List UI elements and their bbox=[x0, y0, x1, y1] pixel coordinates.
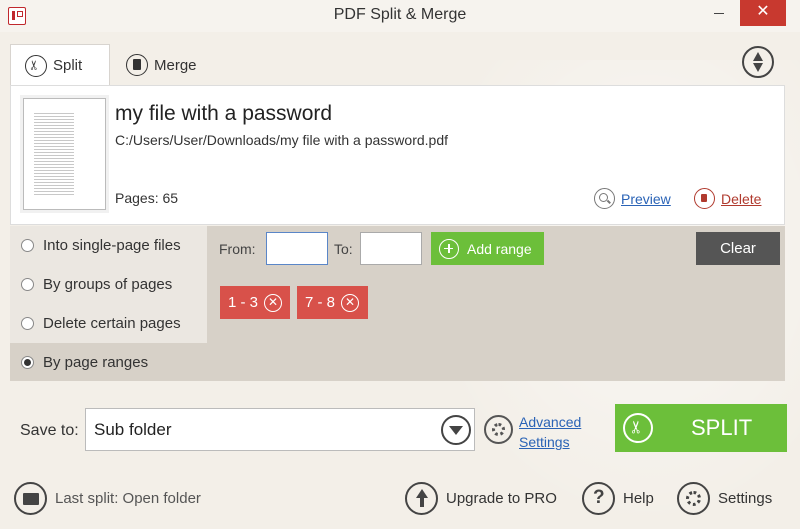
advanced-settings-gear-icon[interactable] bbox=[484, 415, 513, 444]
gear-icon bbox=[677, 482, 710, 515]
chevron-down-icon[interactable] bbox=[441, 415, 471, 445]
last-split-label: Last split: Open folder bbox=[55, 490, 201, 507]
advanced-settings-line1: Advanced bbox=[519, 414, 582, 430]
from-label: From: bbox=[219, 241, 256, 257]
radio-single-page[interactable] bbox=[21, 238, 34, 252]
split-mode-list: Into single-page files By groups of page… bbox=[10, 226, 207, 381]
mode-label: By page ranges bbox=[43, 353, 149, 371]
range-chip: 1 - 3 ✕ bbox=[220, 286, 290, 319]
advanced-settings-line2: Settings bbox=[519, 434, 570, 450]
thumbnail-text-lines bbox=[34, 111, 74, 196]
mode-label: Into single-page files bbox=[43, 236, 181, 254]
split-button[interactable]: SPLIT bbox=[615, 404, 787, 452]
scissors-icon bbox=[25, 54, 47, 77]
upgrade-label: Upgrade to PRO bbox=[446, 490, 557, 507]
range-chip: 7 - 8 ✕ bbox=[297, 286, 368, 319]
delete-icon[interactable] bbox=[694, 188, 715, 209]
pdf-thumbnail bbox=[23, 98, 106, 210]
remove-chip-icon[interactable]: ✕ bbox=[341, 293, 360, 312]
add-range-label: Add range bbox=[467, 240, 532, 257]
file-name: my file with a password bbox=[115, 102, 333, 125]
mode-delete-pages[interactable]: Delete certain pages bbox=[10, 304, 207, 342]
to-label: To: bbox=[334, 241, 353, 257]
tab-merge[interactable]: Merge bbox=[112, 44, 222, 86]
preview-link[interactable]: Preview bbox=[621, 191, 671, 207]
mode-label: Delete certain pages bbox=[43, 314, 181, 332]
file-path: C:/Users/User/Downloads/my file with a p… bbox=[115, 132, 449, 148]
tab-merge-label: Merge bbox=[154, 56, 197, 74]
document-icon bbox=[126, 54, 148, 76]
upgrade-to-pro-button[interactable]: Upgrade to PRO bbox=[405, 482, 557, 515]
page-count: Pages: 65 bbox=[115, 190, 179, 206]
save-to-dropdown[interactable]: Sub folder bbox=[85, 408, 475, 451]
split-button-label: SPLIT bbox=[691, 415, 753, 440]
help-button[interactable]: Help bbox=[582, 482, 654, 515]
minimize-button[interactable] bbox=[702, 0, 736, 26]
arrow-up-icon bbox=[405, 482, 438, 515]
add-range-button[interactable]: Add range bbox=[431, 232, 544, 265]
window-title: PDF Split & Merge bbox=[333, 6, 467, 23]
folder-icon bbox=[14, 482, 47, 515]
preview-icon[interactable] bbox=[594, 188, 615, 209]
open-last-split-folder[interactable]: Last split: Open folder bbox=[14, 482, 201, 515]
settings-label: Settings bbox=[718, 490, 773, 507]
scissors-icon bbox=[623, 413, 653, 443]
range-chip-label: 7 - 8 bbox=[305, 294, 336, 311]
mode-label: By groups of pages bbox=[43, 275, 173, 293]
save-to-label: Save to: bbox=[20, 422, 79, 439]
radio-page-ranges[interactable] bbox=[21, 355, 34, 369]
tab-split[interactable]: Split bbox=[10, 44, 110, 86]
tab-split-label: Split bbox=[53, 57, 83, 74]
help-label: Help bbox=[623, 490, 654, 507]
clear-button[interactable]: Clear bbox=[696, 232, 780, 265]
settings-button[interactable]: Settings bbox=[677, 482, 772, 515]
file-card: my file with a password C:/Users/User/Do… bbox=[10, 85, 785, 225]
remove-chip-icon[interactable]: ✕ bbox=[264, 293, 283, 312]
radio-delete-pages[interactable] bbox=[21, 316, 34, 330]
plus-icon bbox=[439, 238, 459, 259]
help-icon bbox=[582, 482, 615, 515]
upgrade-arrows-button[interactable] bbox=[742, 46, 774, 78]
radio-groups[interactable] bbox=[21, 277, 34, 291]
mode-groups[interactable]: By groups of pages bbox=[10, 265, 207, 303]
title-bar: PDF Split & Merge ✕ bbox=[0, 0, 800, 32]
to-input[interactable] bbox=[360, 232, 422, 265]
close-button[interactable]: ✕ bbox=[740, 0, 786, 26]
mode-page-ranges[interactable]: By page ranges bbox=[10, 343, 207, 381]
split-options-panel: Into single-page files By groups of page… bbox=[10, 226, 785, 381]
range-chip-label: 1 - 3 bbox=[228, 294, 259, 311]
from-input[interactable] bbox=[266, 232, 328, 265]
delete-link[interactable]: Delete bbox=[721, 191, 761, 207]
advanced-settings-link[interactable]: Advanced Settings bbox=[519, 412, 581, 452]
mode-single-page[interactable]: Into single-page files bbox=[10, 226, 207, 264]
